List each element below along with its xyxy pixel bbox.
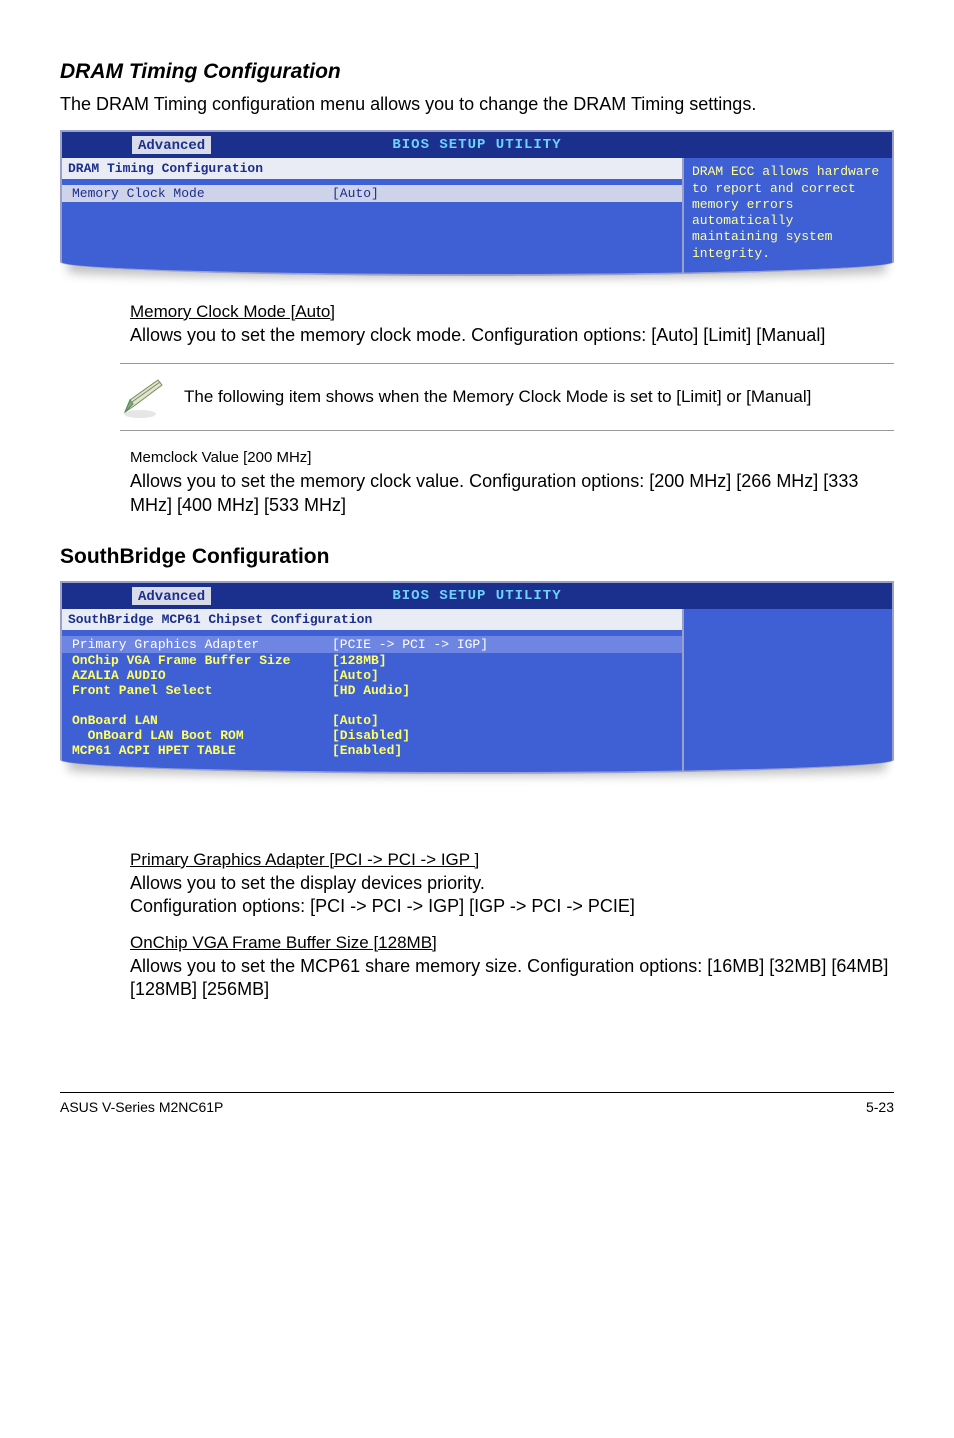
- section-paragraph-dram: The DRAM Timing configuration menu allow…: [60, 92, 894, 116]
- bios-row-value: [128MB]: [332, 653, 387, 668]
- section-heading-dram: DRAM Timing Configuration: [60, 60, 894, 84]
- bios-row: MCP61 ACPI HPET TABLE[Enabled]: [72, 743, 672, 758]
- bios-utility-title: BIOS SETUP UTILITY: [62, 137, 892, 153]
- bios-titlebar: BIOS SETUP UTILITY Advanced: [62, 132, 892, 158]
- item-body-pga-line1: Allows you to set the display devices pr…: [130, 872, 894, 895]
- bios-row-value: [Auto]: [332, 668, 379, 683]
- bios-row-value: [PCIE -> PCI -> IGP]: [332, 637, 488, 652]
- bios-row-key: Primary Graphics Adapter: [72, 637, 332, 652]
- bios-panel-heading: DRAM Timing Configuration: [62, 158, 682, 179]
- bios-screenshot-2: BIOS SETUP UTILITY Advanced SouthBridge …: [60, 581, 894, 774]
- note-box: The following item shows when the Memory…: [120, 363, 894, 431]
- bios-row: OnBoard LAN[Auto]: [72, 713, 672, 728]
- bios-row-value: [Auto]: [332, 186, 379, 201]
- bios-row-key: MCP61 ACPI HPET TABLE: [72, 743, 332, 758]
- page-footer: ASUS V-Series M2NC61P 5-23: [60, 1092, 894, 1115]
- bios-row-value: [HD Audio]: [332, 683, 410, 698]
- bios-row: AZALIA AUDIO[Auto]: [72, 668, 672, 683]
- bios-row-value: [Auto]: [332, 713, 379, 728]
- bios-titlebar: BIOS SETUP UTILITY Advanced: [62, 583, 892, 609]
- bios-row: [72, 698, 672, 713]
- bios-row: Primary Graphics Adapter[PCIE -> PCI -> …: [62, 636, 682, 653]
- note-pencil-icon: [120, 374, 166, 420]
- bios-row: Front Panel Select[HD Audio]: [72, 683, 672, 698]
- item-heading-onchip-vga-buffer: OnChip VGA Frame Buffer Size [128MB]: [130, 933, 894, 953]
- bios-row-key: Memory Clock Mode: [72, 186, 332, 201]
- bios-utility-title: BIOS SETUP UTILITY: [62, 588, 892, 604]
- bios-screenshot-1: BIOS SETUP UTILITY Advanced DRAM Timing …: [60, 130, 894, 276]
- footer-left: ASUS V-Series M2NC61P: [60, 1099, 223, 1115]
- note-text: The following item shows when the Memory…: [184, 386, 811, 408]
- bios-row-key: OnBoard LAN Boot ROM: [72, 728, 332, 743]
- bios-row-value: [Disabled]: [332, 728, 410, 743]
- bios-row-key: AZALIA AUDIO: [72, 668, 332, 683]
- bios-row: OnBoard LAN Boot ROM[Disabled]: [72, 728, 672, 743]
- bios-left-panel: SouthBridge MCP61 Chipset Configuration …: [62, 609, 682, 772]
- footer-right: 5-23: [866, 1099, 894, 1115]
- bios-row-value: [Enabled]: [332, 743, 402, 758]
- bios-row-key: Front Panel Select: [72, 683, 332, 698]
- item-body-onchip-vga-buffer: Allows you to set the MCP61 share memory…: [130, 955, 894, 1002]
- bios-row-key: OnChip VGA Frame Buffer Size: [72, 653, 332, 668]
- bios-left-panel: DRAM Timing Configuration Memory Clock M…: [62, 158, 682, 274]
- bios-row-memory-clock-mode: Memory Clock Mode [Auto]: [62, 185, 682, 202]
- bios-row-key: OnBoard LAN: [72, 713, 332, 728]
- item-body-memory-clock-mode: Allows you to set the memory clock mode.…: [130, 324, 894, 347]
- bios-panel-heading: SouthBridge MCP61 Chipset Configuration: [62, 609, 682, 630]
- item-body-memclock-value: Allows you to set the memory clock value…: [130, 470, 894, 517]
- section-heading-southbridge: SouthBridge Configuration: [60, 545, 894, 569]
- bios-help-panel: DRAM ECC allows hardware to report and c…: [682, 158, 892, 274]
- item-heading-memclock-value: Memclock Value [200 MHz]: [130, 449, 894, 466]
- item-heading-memory-clock-mode: Memory Clock Mode [Auto]: [130, 302, 894, 322]
- bios-help-panel: [682, 609, 892, 772]
- bios-row: OnChip VGA Frame Buffer Size[128MB]: [72, 653, 672, 668]
- item-heading-primary-graphics-adapter: Primary Graphics Adapter [PCI -> PCI -> …: [130, 850, 894, 870]
- item-body-pga-line2: Configuration options: [PCI -> PCI -> IG…: [130, 895, 894, 918]
